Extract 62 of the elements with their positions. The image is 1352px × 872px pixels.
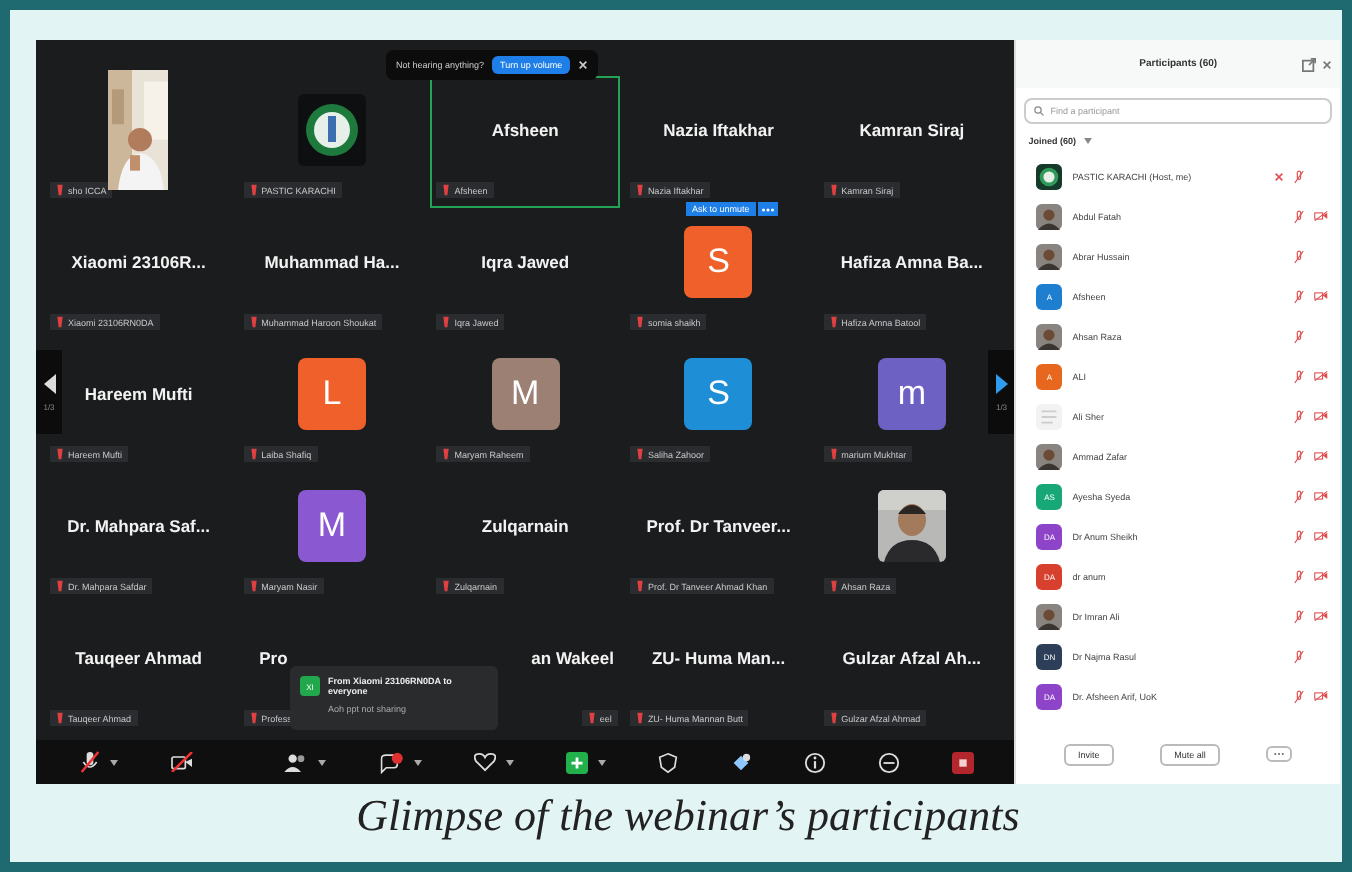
caret-icon[interactable] bbox=[318, 759, 327, 765]
participant-name: Gulzar Afzal Ah... bbox=[842, 648, 982, 668]
participant-name: Kamran Siraj bbox=[859, 120, 965, 140]
avatar-initial: m bbox=[877, 358, 946, 430]
video-off-icon[interactable] bbox=[1314, 370, 1328, 382]
participant-name: Xiaomi 23106R... bbox=[71, 252, 206, 272]
emblem-logo bbox=[297, 94, 366, 166]
participant-name: an Wakeel bbox=[531, 648, 614, 668]
avatar-initial: L bbox=[297, 358, 366, 430]
figure-caption: Glimpse of the webinar’s participants bbox=[354, 787, 1022, 844]
more-button[interactable] bbox=[757, 202, 778, 216]
video-off-icon[interactable] bbox=[1314, 530, 1328, 542]
participant-name: Prof. Dr Tanveer... bbox=[646, 516, 791, 536]
chat-icon[interactable] bbox=[378, 751, 405, 773]
video-off-icon[interactable] bbox=[1314, 410, 1328, 422]
avatar-initial: S bbox=[684, 358, 753, 430]
video-off-icon[interactable] bbox=[1314, 210, 1328, 222]
logo-avatar bbox=[1036, 163, 1063, 189]
caret-icon[interactable] bbox=[110, 759, 118, 765]
person-avatar bbox=[1036, 203, 1063, 229]
participant-name: Hareem Mufti bbox=[84, 384, 193, 404]
avatar-initial: S bbox=[684, 226, 753, 298]
video-off-icon[interactable] bbox=[1314, 690, 1328, 702]
video-off-icon[interactable] bbox=[1314, 610, 1328, 622]
avatar-initial: M bbox=[297, 490, 366, 562]
participant-name: Tauqeer Ahmad bbox=[75, 648, 202, 668]
participant-name: Afsheen bbox=[491, 120, 559, 140]
participant-name: Pro bbox=[259, 648, 288, 668]
camera-icon[interactable] bbox=[170, 752, 194, 772]
person-avatar bbox=[1036, 243, 1063, 269]
video-off-icon[interactable] bbox=[1314, 290, 1328, 302]
participant-name: Muhammad Ha... bbox=[264, 252, 400, 272]
video-off-icon[interactable] bbox=[1314, 570, 1328, 582]
left-arrow-icon bbox=[43, 373, 55, 393]
caret-icon[interactable] bbox=[506, 759, 515, 765]
right-arrow-icon bbox=[995, 373, 1008, 393]
leave-icon[interactable] bbox=[952, 751, 975, 773]
person-avatar bbox=[1036, 443, 1063, 469]
apps-icon[interactable] bbox=[730, 751, 753, 773]
caret-icon[interactable] bbox=[414, 759, 423, 765]
document-avatar bbox=[1036, 403, 1063, 429]
participant-name: Dr. Mahpara Saf... bbox=[67, 516, 210, 536]
pop-out-icon[interactable] bbox=[1302, 57, 1316, 71]
participant-name: Iqra Jawed bbox=[481, 252, 570, 272]
video-off-icon[interactable] bbox=[1314, 490, 1328, 502]
microphone-icon[interactable] bbox=[80, 750, 100, 774]
avatar-initial: M bbox=[491, 358, 560, 430]
participant-name: ZU- Huma Man... bbox=[651, 648, 786, 668]
participant-name: Nazia Iftakhar bbox=[663, 120, 774, 140]
participant-name: Hafiza Amna Ba... bbox=[840, 252, 983, 272]
shield-icon[interactable] bbox=[658, 751, 679, 773]
close-icon[interactable] bbox=[578, 60, 589, 70]
participant-name: Zulqarnain bbox=[481, 516, 569, 536]
caret-icon[interactable] bbox=[598, 759, 607, 765]
info-icon[interactable] bbox=[804, 751, 827, 773]
person-avatar bbox=[1036, 323, 1063, 349]
person-avatar bbox=[1036, 603, 1063, 629]
video-off-icon[interactable] bbox=[1314, 450, 1328, 462]
participants-icon[interactable] bbox=[284, 752, 309, 772]
share-screen-icon[interactable] bbox=[566, 751, 589, 773]
more-icon[interactable] bbox=[878, 751, 901, 773]
heart-icon[interactable] bbox=[474, 752, 497, 772]
